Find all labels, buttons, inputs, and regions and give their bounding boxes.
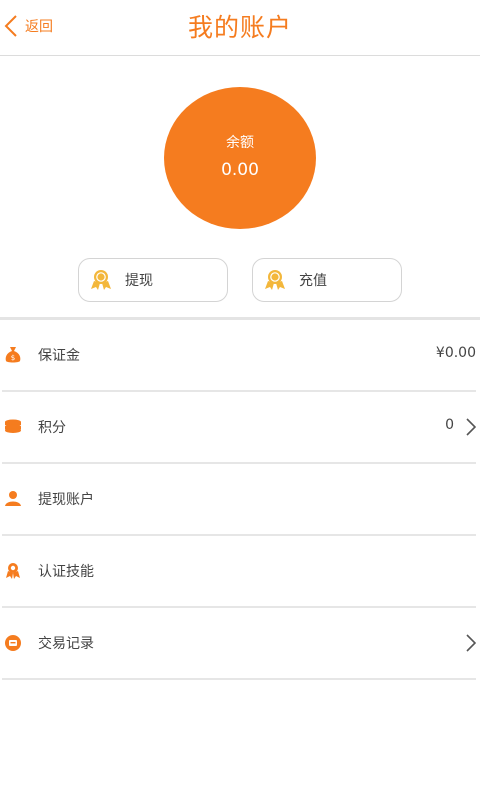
balance-circle: 余额 0.00 bbox=[164, 87, 316, 229]
recharge-label: 充值 bbox=[299, 273, 327, 289]
page-title: 我的账户 bbox=[187, 13, 292, 42]
balance-label: 余额 bbox=[226, 135, 254, 151]
deposit-value: ¥0.00 bbox=[435, 345, 476, 361]
withdraw-label: 提现 bbox=[125, 273, 153, 289]
withdraw-button[interactable]: 提现 bbox=[78, 258, 228, 302]
recharge-button[interactable]: 充值 bbox=[252, 258, 402, 302]
chevron-right-icon bbox=[466, 418, 476, 436]
medal-icon bbox=[265, 270, 285, 290]
top-bar: 返回 我的账户 bbox=[0, 0, 480, 56]
record-icon bbox=[5, 635, 21, 651]
points-value: 0 bbox=[445, 417, 454, 433]
list-item-transactions[interactable]: 交易记录 bbox=[2, 608, 476, 680]
svg-text:$: $ bbox=[11, 354, 15, 362]
list-item-points[interactable]: 积分 0 bbox=[2, 392, 476, 464]
medal-icon bbox=[91, 270, 111, 290]
list-item-deposit[interactable]: $ 保证金 ¥0.00 bbox=[2, 320, 476, 392]
list-item-withdraw-account[interactable]: 提现账户 bbox=[2, 464, 476, 536]
coins-icon bbox=[5, 419, 21, 433]
chevron-right-icon bbox=[466, 634, 476, 652]
certificate-icon bbox=[6, 563, 20, 579]
list-item-skills[interactable]: 认证技能 bbox=[2, 536, 476, 608]
transactions-label: 交易记录 bbox=[38, 636, 94, 652]
money-bag-icon: $ bbox=[5, 347, 21, 363]
skills-label: 认证技能 bbox=[38, 564, 94, 580]
withdraw-account-label: 提现账户 bbox=[38, 492, 94, 508]
balance-value: 0.00 bbox=[221, 160, 259, 180]
deposit-label: 保证金 bbox=[38, 348, 80, 364]
user-icon bbox=[5, 491, 21, 506]
points-label: 积分 bbox=[38, 420, 66, 436]
